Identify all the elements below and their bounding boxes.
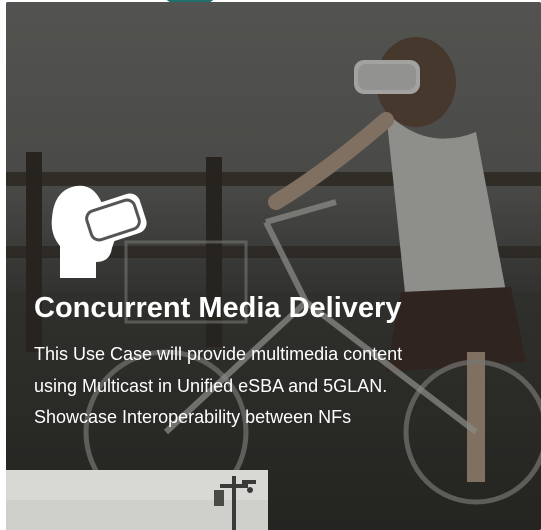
card-description: This Use Case will provide multimedia co… xyxy=(34,344,403,427)
vr-headset-icon xyxy=(51,185,147,278)
use-case-card-concurrent-media-delivery[interactable]: Concurrent Media Delivery This Use Case … xyxy=(6,2,541,530)
next-card-photo xyxy=(6,470,268,530)
next-use-case-card-preview[interactable] xyxy=(6,470,268,530)
page: Concurrent Media Delivery This Use Case … xyxy=(0,0,541,530)
card-title: Concurrent Media Delivery xyxy=(34,292,402,324)
